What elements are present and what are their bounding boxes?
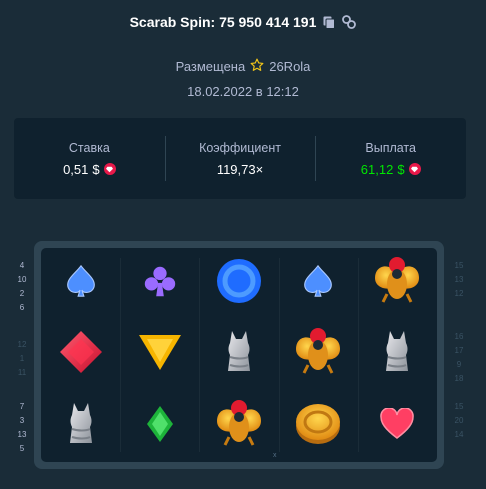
footer-mark: x: [273, 452, 277, 459]
star-icon: [250, 58, 264, 75]
side-number: 20: [454, 416, 464, 425]
side-number: 11: [17, 368, 27, 377]
side-numbers-left-bottom: 7 3 13 5: [15, 400, 29, 456]
gem-coin-icon: [408, 163, 421, 175]
side-number: 3: [19, 416, 25, 425]
reel-separator: [357, 258, 359, 452]
currency-symbol: $: [92, 161, 100, 177]
reels-frame: [34, 241, 444, 469]
reel-cell: [41, 248, 120, 319]
side-number: 5: [19, 444, 25, 453]
reel-cell: [120, 391, 199, 462]
payout-label: Выплата: [365, 140, 416, 155]
bet-date: 18.02.2022 в 12:12: [187, 84, 299, 99]
side-numbers-right-mid: 16 17 9 18: [452, 330, 466, 386]
side-number: 6: [19, 303, 25, 312]
reel-cell: [358, 248, 437, 319]
reels-grid: [41, 248, 437, 462]
scarab-icon: [372, 254, 422, 313]
cat-statue-icon: [66, 401, 96, 452]
reel-cell: [120, 248, 199, 319]
page-title: Scarab Spin: 75 950 414 191: [129, 14, 317, 30]
scarab-icon: [293, 325, 343, 384]
placed-by-row: Размещена 26Rola: [0, 58, 486, 75]
gem-coin-icon: [103, 163, 116, 175]
reel-cell: [199, 319, 278, 390]
reel-separator: [120, 258, 122, 452]
bet-amount: 0,51: [63, 161, 89, 177]
multiplier-value: 119,73×: [216, 161, 264, 177]
side-number: 1: [19, 354, 25, 363]
side-numbers-left-top: 4 10 2 6: [15, 259, 29, 315]
stat-bet: Ставка 0,51 $: [14, 118, 165, 199]
reel-cell: [358, 391, 437, 462]
payout-value: 61,12 $: [361, 162, 421, 177]
blue-circle-icon: [215, 257, 263, 310]
side-number: 18: [454, 374, 464, 383]
cat-statue-icon: [382, 329, 412, 380]
yellow-triangle-icon: [137, 332, 183, 377]
payout-amount: 61,12: [360, 161, 394, 177]
side-number: 14: [454, 430, 464, 439]
side-number: 17: [454, 346, 464, 355]
reel-cell: [120, 319, 199, 390]
reel-cell: [199, 248, 278, 319]
side-number: 2: [19, 289, 25, 298]
placed-label: Размещена: [175, 59, 246, 74]
reel-cell: [279, 319, 358, 390]
bet-label: Ставка: [68, 140, 110, 155]
heart-icon: [380, 407, 415, 445]
multiplier-label: Коэффициент: [199, 140, 281, 155]
side-number: 13: [454, 275, 464, 284]
side-number: 10: [17, 275, 27, 284]
blue-spade-icon: [62, 262, 100, 305]
side-numbers-right-bottom: 15 20 14: [452, 400, 466, 442]
reel-cell: [279, 248, 358, 319]
reel-cell: [41, 319, 120, 390]
side-number: 4: [19, 261, 25, 270]
link-icon[interactable]: [342, 15, 357, 29]
side-numbers-left-mid: 12 1 11: [15, 338, 29, 380]
reel-cell: [358, 319, 437, 390]
red-diamond-icon: [58, 329, 104, 380]
scarab-icon: [214, 397, 264, 456]
side-number: 7: [19, 402, 25, 411]
reel-separator: [199, 258, 201, 452]
side-numbers-right-top: 15 13 12: [452, 259, 466, 301]
blue-spade-icon: [299, 262, 337, 305]
bet-value: 0,51 $: [63, 162, 116, 177]
side-number: 13: [17, 430, 27, 439]
currency-symbol: $: [397, 161, 405, 177]
side-number: 12: [454, 289, 464, 298]
side-number: 12: [17, 340, 27, 349]
reel-cell: [199, 391, 278, 462]
cat-statue-icon: [224, 329, 254, 380]
green-diamond-icon: [146, 405, 174, 448]
bet-title-row: Scarab Spin: 75 950 414 191: [0, 14, 486, 30]
gold-coin-icon: [294, 402, 342, 451]
side-number: 15: [454, 402, 464, 411]
reel-separator: [278, 258, 280, 452]
side-number: 16: [454, 332, 464, 341]
reel-cell: [279, 391, 358, 462]
side-number: 15: [454, 261, 464, 270]
stats-panel: Ставка 0,51 $ Коэффициент 119,73× Выплат…: [14, 118, 466, 199]
user-link[interactable]: 26Rola: [269, 59, 310, 74]
side-number: 9: [456, 360, 462, 369]
purple-club-icon: [141, 262, 179, 305]
stat-payout: Выплата 61,12 $: [315, 118, 466, 199]
copy-icon[interactable]: [322, 15, 336, 29]
stat-multiplier: Коэффициент 119,73×: [164, 118, 316, 199]
reel-cell: [41, 391, 120, 462]
